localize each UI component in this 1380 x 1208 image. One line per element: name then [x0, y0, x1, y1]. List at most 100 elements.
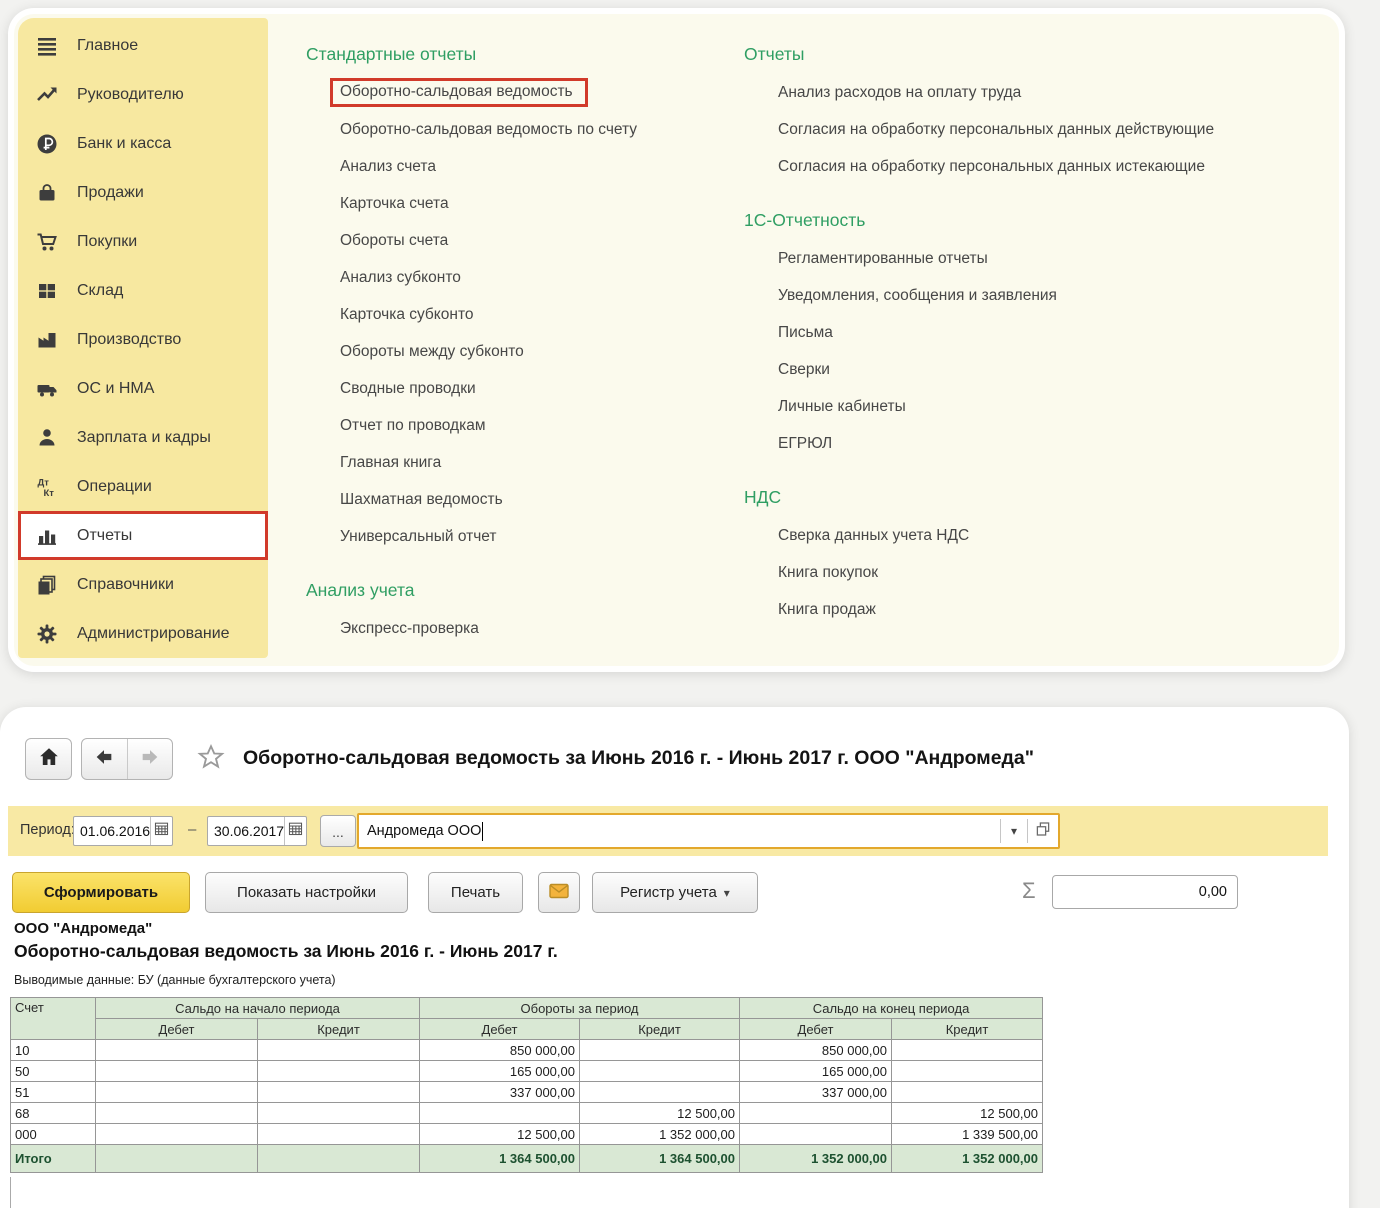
menu-item-analiz-subkonto[interactable]: Анализ субконто [306, 259, 746, 296]
sidebar-item-manager[interactable]: Руководителю [18, 70, 268, 119]
table-row: 10 850 000,00 850 000,00 [11, 1040, 1043, 1061]
table-cell[interactable]: 850 000,00 [740, 1040, 892, 1061]
truck-icon [34, 376, 59, 401]
menu-item-kartochka-scheta[interactable]: Карточка счета [306, 185, 746, 222]
period-more-button[interactable]: ... [320, 815, 356, 847]
account-cell[interactable]: 50 [11, 1061, 96, 1082]
report-left-edge-line [10, 1177, 11, 1208]
menu-item-oboroty-scheta[interactable]: Обороты счета [306, 222, 746, 259]
menu-item-express-proverka[interactable]: Экспресс-проверка [306, 610, 746, 647]
print-button[interactable]: Печать [428, 872, 523, 913]
account-cell[interactable]: 10 [11, 1040, 96, 1061]
table-cell[interactable] [580, 1061, 740, 1082]
menu-item-shahmatnaya-vedomost[interactable]: Шахматная ведомость [306, 481, 746, 518]
table-cell[interactable] [96, 1040, 258, 1061]
table-cell[interactable] [258, 1082, 420, 1103]
sidebar-item-label: Отчеты [77, 527, 132, 545]
sidebar-item-operations[interactable]: ДтКт Операции [18, 462, 268, 511]
calendar-button[interactable] [284, 817, 306, 845]
calendar-icon [287, 820, 304, 842]
menu-item-kniga-prodazh[interactable]: Книга продаж [744, 591, 1339, 628]
table-cell[interactable] [258, 1124, 420, 1145]
dropdown-arrow-icon[interactable]: ▾ [1001, 824, 1027, 838]
period-to-input[interactable]: 30.06.2017 [208, 817, 284, 845]
account-cell[interactable]: 000 [11, 1124, 96, 1145]
menu-item-kniga-pokupok[interactable]: Книга покупок [744, 554, 1339, 591]
send-email-button[interactable] [538, 872, 580, 913]
table-cell[interactable]: 337 000,00 [740, 1082, 892, 1103]
generate-button[interactable]: Сформировать [12, 872, 190, 913]
table-cell[interactable]: 165 000,00 [420, 1061, 580, 1082]
sidebar-item-reports[interactable]: Отчеты [18, 511, 268, 560]
menu-item-osv-po-schetu[interactable]: Оборотно-сальдовая ведомость по счету [306, 111, 746, 148]
table-cell[interactable] [258, 1061, 420, 1082]
sidebar-item-salary[interactable]: Зарплата и кадры [18, 413, 268, 462]
menu-item-oboroty-mezhdu-subkonto[interactable]: Обороты между субконто [306, 333, 746, 370]
table-cell[interactable] [740, 1103, 892, 1124]
menu-item-sverki[interactable]: Сверки [744, 351, 1339, 388]
menu-item-egryul[interactable]: ЕГРЮЛ [744, 425, 1339, 462]
account-cell[interactable]: 51 [11, 1082, 96, 1103]
table-cell[interactable] [740, 1124, 892, 1145]
table-cell[interactable] [580, 1082, 740, 1103]
table-cell[interactable]: 12 500,00 [892, 1103, 1043, 1124]
menu-item-analiz-rashodov[interactable]: Анализ расходов на оплату труда [744, 74, 1339, 111]
menu-item-pisma[interactable]: Письма [744, 314, 1339, 351]
sidebar-item-bank[interactable]: Банк и касса [18, 119, 268, 168]
history-nav [81, 738, 173, 780]
table-cell[interactable]: 12 500,00 [580, 1103, 740, 1124]
svg-text:Кт: Кт [43, 488, 54, 499]
menu-item-otchet-po-provodkam[interactable]: Отчет по проводкам [306, 407, 746, 444]
favorite-star-icon[interactable] [197, 743, 225, 771]
sidebar-item-production[interactable]: Производство [18, 315, 268, 364]
menu-item-uvedomleniya[interactable]: Уведомления, сообщения и заявления [744, 277, 1339, 314]
menu-item-glavnaya-kniga[interactable]: Главная книга [306, 444, 746, 481]
table-cell[interactable] [96, 1124, 258, 1145]
table-cell[interactable] [420, 1103, 580, 1124]
table-cell[interactable]: 337 000,00 [420, 1082, 580, 1103]
section-title-otchety: Отчеты [744, 34, 1339, 74]
sidebar-item-directories[interactable]: Справочники [18, 560, 268, 609]
account-cell[interactable]: 68 [11, 1103, 96, 1124]
sidebar-item-administration[interactable]: Администрирование [18, 609, 268, 658]
table-cell[interactable] [96, 1103, 258, 1124]
period-from-input[interactable]: 01.06.2016 [74, 817, 150, 845]
back-button[interactable] [82, 739, 128, 779]
menu-item-osv-highlighted[interactable]: Оборотно-сальдовая ведомость [330, 78, 588, 107]
menu-item-soglasiya-istekayushchie[interactable]: Согласия на обработку персональных данны… [744, 148, 1339, 185]
show-settings-button[interactable]: Показать настройки [205, 872, 408, 913]
home-button[interactable] [25, 738, 72, 780]
menu-item-svodnye-provodki[interactable]: Сводные проводки [306, 370, 746, 407]
menu-item-analiz-scheta[interactable]: Анализ счета [306, 148, 746, 185]
table-cell[interactable] [96, 1082, 258, 1103]
organization-field[interactable]: Андромеда ООО ▾ [357, 813, 1060, 849]
table-cell[interactable] [892, 1082, 1043, 1103]
register-dropdown-button[interactable]: Регистр учета ▾ [592, 872, 758, 913]
sidebar-item-warehouse[interactable]: Склад [18, 266, 268, 315]
table-cell[interactable]: 165 000,00 [740, 1061, 892, 1082]
table-cell[interactable] [96, 1061, 258, 1082]
table-cell[interactable] [258, 1103, 420, 1124]
forward-button[interactable] [128, 739, 173, 779]
menu-item-soglasiya-dejstvuyushchie[interactable]: Согласия на обработку персональных данны… [744, 111, 1339, 148]
table-cell[interactable] [580, 1040, 740, 1061]
calendar-button[interactable] [150, 817, 172, 845]
sidebar-item-fixed-assets[interactable]: ОС и НМА [18, 364, 268, 413]
table-cell[interactable] [258, 1040, 420, 1061]
sum-input[interactable]: 0,00 [1052, 875, 1238, 909]
table-cell[interactable]: 1 339 500,00 [892, 1124, 1043, 1145]
menu-item-sverka-nds[interactable]: Сверка данных учета НДС [744, 517, 1339, 554]
table-cell[interactable]: 1 352 000,00 [580, 1124, 740, 1145]
sidebar-item-main[interactable]: Главное [18, 21, 268, 70]
sidebar-item-purchases[interactable]: Покупки [18, 217, 268, 266]
menu-item-lichnye-kabinety[interactable]: Личные кабинеты [744, 388, 1339, 425]
choose-from-list-button[interactable] [1028, 820, 1058, 843]
table-cell[interactable]: 12 500,00 [420, 1124, 580, 1145]
sidebar-item-sales[interactable]: Продажи [18, 168, 268, 217]
menu-item-kartochka-subkonto[interactable]: Карточка субконто [306, 296, 746, 333]
menu-item-reglamentirovannye-otchety[interactable]: Регламентированные отчеты [744, 240, 1339, 277]
table-cell[interactable] [892, 1040, 1043, 1061]
menu-item-universalnyj-otchet[interactable]: Универсальный отчет [306, 518, 746, 555]
table-cell[interactable]: 850 000,00 [420, 1040, 580, 1061]
table-cell[interactable] [892, 1061, 1043, 1082]
